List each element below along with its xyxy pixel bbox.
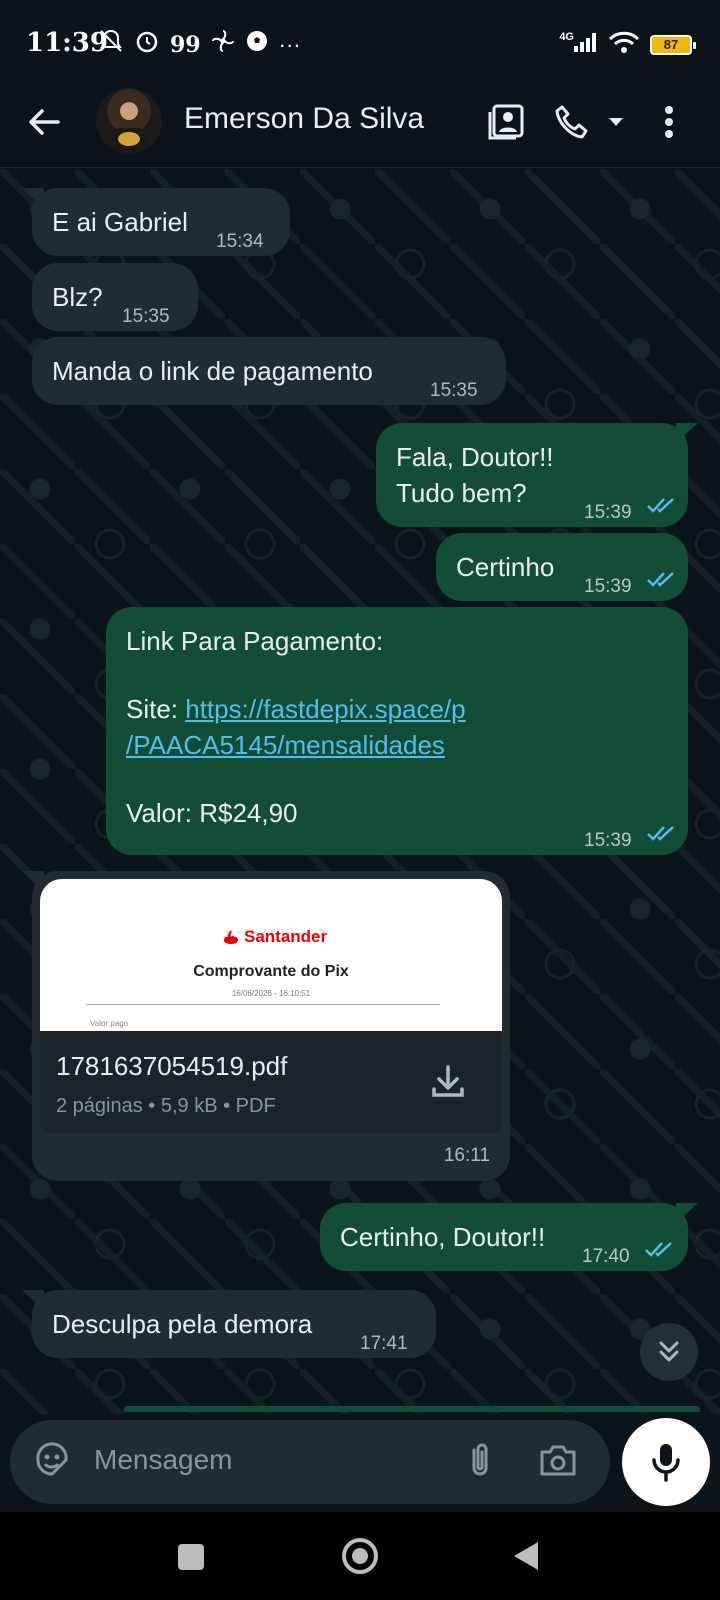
more-vertical-icon	[665, 106, 673, 138]
message-time: 17:40	[582, 1246, 630, 1267]
message-text-line2: Tudo bem?	[396, 478, 527, 508]
message-incoming[interactable]: Desculpa pela demora 17:41	[22, 1290, 436, 1358]
double-check-icon	[647, 826, 674, 841]
message-time: 15:35	[122, 306, 170, 327]
download-button[interactable]	[428, 1061, 468, 1101]
scroll-to-bottom-button[interactable]	[640, 1323, 698, 1381]
double-check-icon	[647, 572, 674, 587]
battery-indicator: 87	[650, 34, 696, 55]
muted-bell-icon	[98, 28, 124, 61]
status-app-99: 99	[170, 31, 201, 58]
message-incoming[interactable]: E ai Gabriel 15:34	[22, 188, 290, 256]
message-text: Desculpa pela demora	[52, 1309, 313, 1339]
message-outgoing-link[interactable]: Link Para Pagamento: Site: https://fastd…	[106, 607, 688, 855]
download-icon	[432, 1065, 464, 1097]
flame-icon	[224, 930, 238, 944]
camera-button[interactable]	[536, 1440, 584, 1484]
home-button[interactable]	[342, 1538, 378, 1574]
message-text-line1: Fala, Doutor!!	[396, 442, 554, 472]
dropdown-icon	[609, 118, 623, 126]
alarm-icon	[134, 28, 160, 61]
document-info[interactable]: 1781637054519.pdf 2 páginas • 5,9 kB • P…	[40, 1031, 502, 1133]
double-check-icon	[645, 1242, 672, 1257]
microphone-icon	[652, 1444, 680, 1482]
call-button[interactable]	[550, 100, 594, 144]
contact-name[interactable]: Emerson Da Silva	[184, 102, 424, 136]
message-incoming[interactable]: Manda o link de pagamento 15:35	[32, 337, 506, 405]
document-divider	[86, 1004, 440, 1005]
sticker-icon	[36, 1442, 68, 1476]
status-time: 11:39	[26, 28, 108, 58]
system-navigation-bar	[0, 1512, 720, 1600]
message-text: Certinho	[456, 552, 555, 582]
back-nav-button[interactable]	[514, 1542, 538, 1570]
message-value: Valor: R$24,90	[126, 798, 298, 828]
sticker-button[interactable]	[32, 1440, 76, 1484]
message-text: E ai Gabriel	[52, 207, 188, 237]
message-time: 15:39	[584, 830, 632, 851]
payment-link-part1[interactable]: https://fastdepix.space/p	[185, 694, 465, 724]
contact-card-icon	[488, 104, 524, 140]
chevron-double-down-icon	[659, 1341, 679, 1362]
message-incoming-document[interactable]: Santander Comprovante do Pix 16/06/2026 …	[22, 871, 510, 1181]
paperclip-icon	[472, 1443, 488, 1476]
message-time: 15:39	[584, 502, 632, 523]
message-site-line: Site: https://fastdepix.space/p	[126, 691, 466, 727]
message-link-line2: /PAACA5145/mensalidades	[126, 727, 445, 763]
chat-area[interactable]: E ai Gabriel 15:34 Blz? 15:35 Manda o li…	[0, 169, 720, 1414]
recents-button[interactable]	[178, 1544, 204, 1570]
status-icons-left: 99 ···	[98, 28, 301, 61]
message-text: Certinho, Doutor!!	[340, 1222, 546, 1252]
signal-icon	[572, 30, 598, 59]
phone-icon	[555, 105, 588, 139]
avatar[interactable]	[96, 88, 162, 154]
voice-message-button[interactable]	[622, 1418, 710, 1506]
next-message-edge	[124, 1406, 700, 1412]
back-button[interactable]	[26, 104, 66, 144]
payment-link-part2[interactable]: /PAACA5145/mensalidades	[126, 730, 445, 760]
santander-logo: Santander	[222, 927, 327, 947]
message-time: 15:39	[584, 576, 632, 597]
document-date: 16/06/2026 - 16:10:51	[231, 989, 311, 998]
message-time: 16:11	[443, 1145, 490, 1166]
wifi-icon	[608, 30, 640, 59]
message-outgoing[interactable]: Certinho 15:39	[436, 533, 688, 601]
contact-card-button[interactable]	[484, 100, 528, 144]
more-options-button[interactable]	[654, 100, 684, 144]
document-preview[interactable]: Santander Comprovante do Pix 16/06/2026 …	[40, 879, 502, 1031]
soccer-ball-icon	[245, 29, 269, 60]
document-field: Valor pago	[90, 1019, 129, 1028]
document-filename: 1781637054519.pdf	[56, 1051, 288, 1081]
message-title: Link Para Pagamento:	[126, 626, 384, 656]
site-label: Site:	[126, 694, 186, 724]
status-icons-right: 4G 87	[559, 30, 696, 59]
message-text: Blz?	[52, 282, 103, 312]
back-arrow-icon	[29, 109, 60, 135]
call-options-dropdown[interactable]	[596, 100, 636, 144]
chat-header: Emerson Da Silva	[0, 84, 720, 168]
document-meta: 2 páginas • 5,9 kB • PDF	[56, 1095, 276, 1117]
document-heading: Comprovante do Pix	[193, 963, 349, 980]
fan-icon	[211, 29, 235, 60]
message-incoming[interactable]: Blz? 15:35	[32, 263, 198, 331]
camera-icon	[540, 1445, 576, 1476]
double-check-icon	[647, 498, 674, 513]
more-notifications-icon: ···	[278, 31, 301, 57]
message-time: 17:41	[360, 1333, 408, 1354]
message-composer[interactable]: Mensagem	[10, 1420, 610, 1504]
status-bar: 11:39 99 ··· 4G 87	[0, 0, 720, 84]
message-time: 15:34	[216, 231, 264, 252]
network-type: 4G	[559, 30, 574, 43]
message-text: Manda o link de pagamento	[52, 356, 373, 386]
message-time: 15:35	[430, 380, 478, 401]
message-input[interactable]: Mensagem	[94, 1444, 233, 1476]
message-outgoing[interactable]: Fala, Doutor!! Tudo bem? 15:39	[376, 423, 698, 527]
attach-button[interactable]	[460, 1440, 504, 1484]
message-outgoing[interactable]: Certinho, Doutor!! 17:40	[320, 1203, 698, 1271]
